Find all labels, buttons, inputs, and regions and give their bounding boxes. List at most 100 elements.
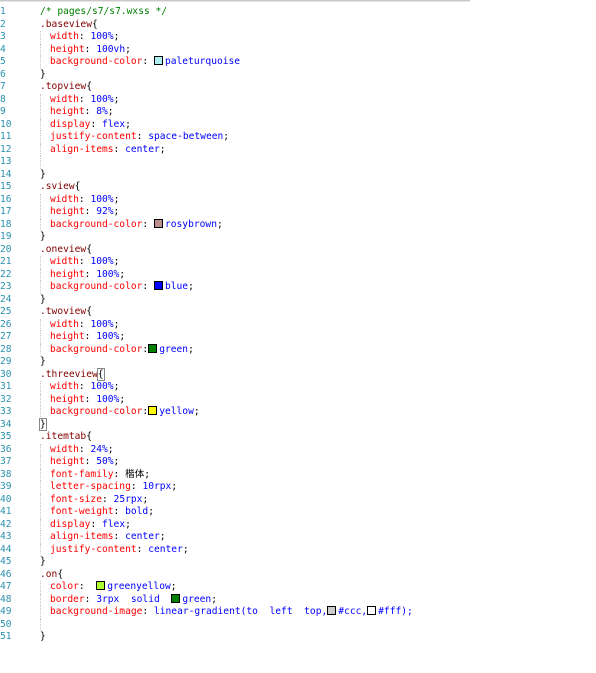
code-line[interactable]: 50 xyxy=(0,618,596,631)
code-text: background-color: rosybrown; xyxy=(40,218,223,231)
color-swatch[interactable] xyxy=(148,343,158,353)
punctuation-token: ; xyxy=(113,31,120,42)
line-number: 16 xyxy=(0,193,12,205)
line-number: 10 xyxy=(0,118,12,130)
value-token: 100% xyxy=(90,256,114,267)
line-number: 7 xyxy=(0,81,6,92)
code-line[interactable]: 43 align-items: center; xyxy=(0,531,596,544)
indent-guide xyxy=(40,456,50,469)
code-line[interactable]: 5 background-color: paleturquoise xyxy=(0,56,596,69)
code-line[interactable]: 7 .topview{ xyxy=(0,81,596,94)
indent-guide xyxy=(40,106,50,119)
code-line[interactable]: 40 font-size: 25rpx; xyxy=(0,493,596,506)
code-line[interactable]: 33 background-color: yellow; xyxy=(0,406,596,419)
code-line[interactable]: 30 .threeview{ xyxy=(0,367,596,382)
value-token: 10rpx xyxy=(142,481,172,492)
code-line[interactable]: 47 color: greenyellow; xyxy=(0,581,596,594)
code-line[interactable]: 51} xyxy=(0,631,596,644)
code-line[interactable]: 46 .on{ xyxy=(0,569,596,582)
code-line[interactable]: 38 font-family: 楷体; xyxy=(0,468,596,481)
line-number: 11 xyxy=(0,131,12,142)
property-token: justify-content xyxy=(50,131,137,142)
code-line[interactable]: 4 height: 100vh; xyxy=(0,43,596,56)
punctuation-token: ; xyxy=(125,43,131,55)
color-swatch[interactable] xyxy=(96,581,106,590)
code-line[interactable]: 44 justify-content: center; xyxy=(0,543,596,556)
code-line[interactable]: 10 display: flex; xyxy=(0,118,596,131)
code-line[interactable]: 42 display: flex; xyxy=(0,518,596,531)
color-swatch[interactable] xyxy=(171,593,181,603)
property-token: width xyxy=(50,93,79,105)
line-number: 9 xyxy=(0,106,6,117)
code-text: width: 100%; xyxy=(40,381,119,394)
line-number: 13 xyxy=(0,156,12,167)
code-line[interactable]: 24} xyxy=(0,294,596,307)
code-line[interactable]: 16 width: 100%; xyxy=(0,193,596,206)
code-line[interactable]: 26 width: 100%; xyxy=(0,318,596,331)
code-line[interactable]: 39 letter-spacing: 10rpx; xyxy=(0,481,596,494)
color-swatch[interactable] xyxy=(153,56,163,65)
code-line[interactable]: 15 .sview{ xyxy=(0,181,596,194)
punctuation-token: : xyxy=(113,506,126,517)
code-editor[interactable]: 1/* pages/s7/s7.wxss */2 .baseview{3 width… xyxy=(0,6,596,644)
color-swatch[interactable] xyxy=(327,606,337,615)
indent-guide xyxy=(40,93,50,106)
color-swatch[interactable] xyxy=(148,406,158,415)
code-text: .oneview{ xyxy=(40,244,92,257)
code-line[interactable]: 13 xyxy=(0,156,596,169)
code-line[interactable]: 37 height: 50%; xyxy=(0,456,596,469)
code-line[interactable]: 35 .itemtab{ xyxy=(0,431,596,444)
punctuation-token: ; xyxy=(107,443,114,455)
code-line[interactable]: 20 .oneview{ xyxy=(0,244,596,257)
selector-token: .baseview xyxy=(40,18,92,30)
line-number: 49 xyxy=(0,606,12,617)
code-line[interactable]: 45} xyxy=(0,556,596,569)
code-line[interactable]: 28 background-color: green; xyxy=(0,343,596,356)
code-line[interactable]: 18 background-color: rosybrown; xyxy=(0,218,596,231)
code-line[interactable]: 34} xyxy=(0,417,596,432)
code-line[interactable]: 19} xyxy=(0,231,596,244)
color-swatch[interactable] xyxy=(153,218,163,228)
value-token: bold xyxy=(125,506,149,517)
code-line[interactable]: 36 width: 24%; xyxy=(0,443,596,456)
code-line[interactable]: 2 .baseview{ xyxy=(0,19,596,32)
code-text: /* pages/s7/s7.wxss */ xyxy=(40,6,167,19)
code-line[interactable]: 21 width: 100%; xyxy=(0,256,596,269)
value-token: yellow xyxy=(159,406,194,417)
code-line[interactable]: 48 border: 3rpx solid green; xyxy=(0,593,596,606)
code-line[interactable]: 23 background-color: blue; xyxy=(0,281,596,294)
line-number: 19 xyxy=(0,231,12,242)
code-line[interactable]: 29} xyxy=(0,356,596,369)
line-number: 4 xyxy=(0,43,6,55)
code-line[interactable]: 27 height: 100%; xyxy=(0,331,596,344)
editor-top-border xyxy=(0,0,470,2)
code-line[interactable]: 49 background-image: linear-gradient(to l… xyxy=(0,606,596,619)
code-line[interactable]: 1 /* pages/s7/s7.wxss */ xyxy=(0,6,596,19)
property-token: height xyxy=(50,456,85,467)
selector-token: .on xyxy=(40,568,58,580)
code-line[interactable]: 11 justify-content: space-between; xyxy=(0,131,596,144)
code-line[interactable]: 31 width: 100%; xyxy=(0,381,596,394)
color-swatch[interactable] xyxy=(367,606,377,615)
color-swatch[interactable] xyxy=(153,281,163,290)
line-number: 40 xyxy=(0,493,12,505)
indent-guide xyxy=(40,381,50,394)
punctuation-token: ; xyxy=(113,93,120,105)
line-number: 30 xyxy=(0,368,12,380)
code-line[interactable]: 12 align-items: center; xyxy=(0,143,596,156)
indent-guide xyxy=(40,56,50,69)
indent-guide xyxy=(40,443,50,456)
brace-token: } xyxy=(40,356,46,367)
code-line[interactable]: 32 height: 100%; xyxy=(0,393,596,406)
property-token: background-color xyxy=(50,56,143,67)
code-line[interactable]: 17 height: 92%; xyxy=(0,206,596,219)
code-line[interactable]: 22 height: 100%; xyxy=(0,268,596,281)
code-line[interactable]: 9 height: 8%; xyxy=(0,106,596,119)
code-line[interactable]: 25 .twoview{ xyxy=(0,306,596,319)
code-line[interactable]: 6} xyxy=(0,69,596,82)
code-line[interactable]: 41 font-weight: bold; xyxy=(0,506,596,519)
code-line[interactable]: 8 width: 100%; xyxy=(0,93,596,106)
code-line[interactable]: 3 width: 100%; xyxy=(0,31,596,44)
code-line[interactable]: 14} xyxy=(0,169,596,182)
code-text: } xyxy=(40,356,46,369)
